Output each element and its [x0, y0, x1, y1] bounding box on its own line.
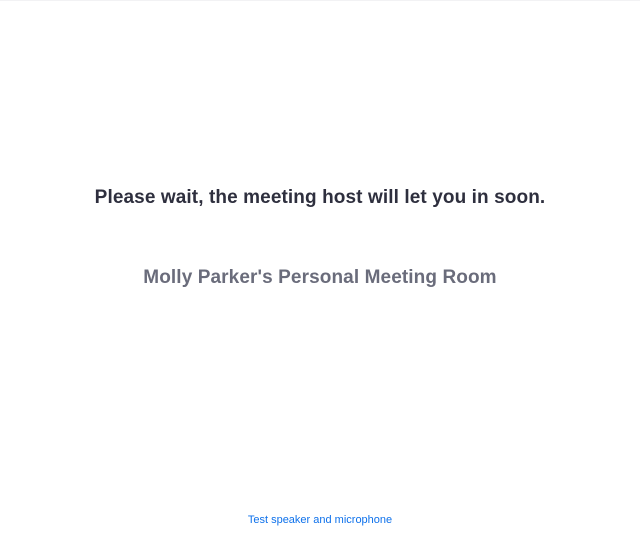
- meeting-room-title: Molly Parker's Personal Meeting Room: [143, 267, 497, 288]
- waiting-room-window: Please wait, the meeting host will let y…: [0, 0, 640, 540]
- window-top-edge: [0, 0, 640, 1]
- test-speaker-microphone-link[interactable]: Test speaker and microphone: [248, 514, 392, 526]
- test-audio-link-container: Test speaker and microphone: [0, 514, 640, 526]
- waiting-message: Please wait, the meeting host will let y…: [94, 187, 546, 208]
